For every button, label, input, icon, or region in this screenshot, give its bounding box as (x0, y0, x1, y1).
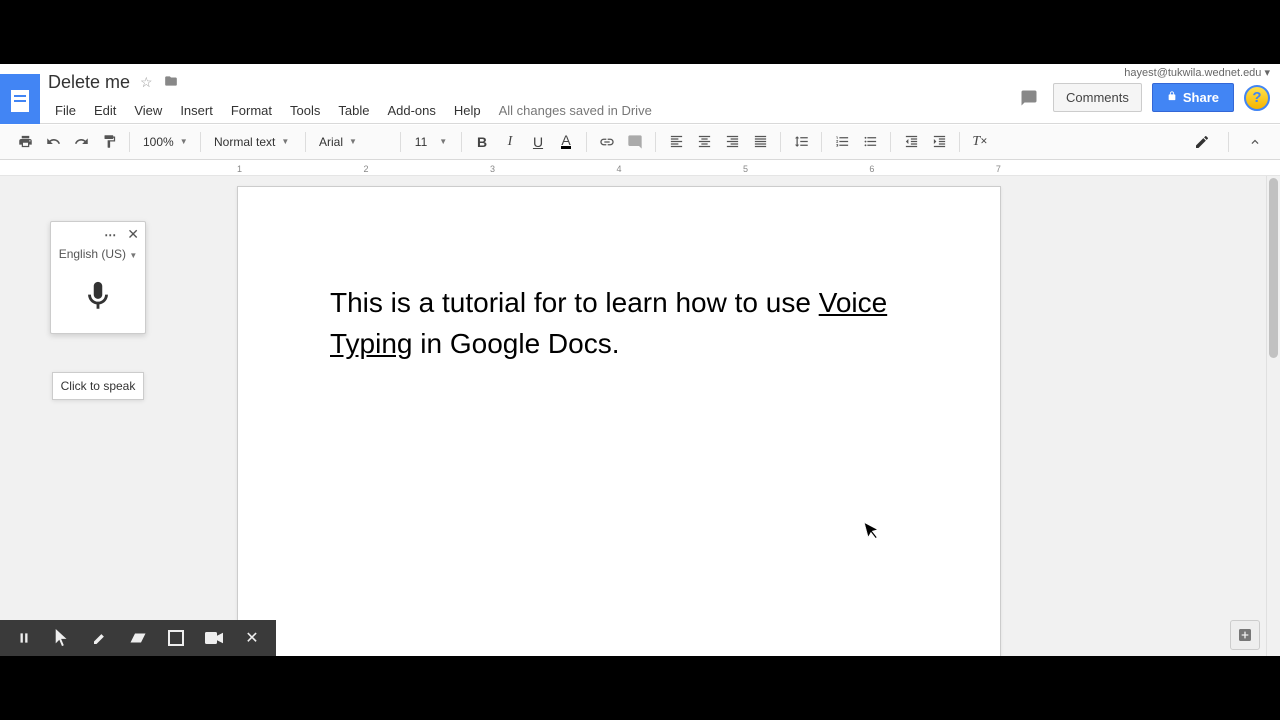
decrease-indent-icon[interactable] (898, 129, 924, 155)
menu-edit[interactable]: Edit (87, 99, 123, 122)
toolbar: 100%▼ Normal text▼ Arial▼ 11▼ B I U A T✕ (0, 124, 1280, 160)
user-email[interactable]: hayest@tukwila.wednet.edu ▾ (1124, 66, 1270, 79)
explore-button[interactable] (1230, 620, 1260, 650)
align-center-icon[interactable] (691, 129, 717, 155)
close-recording-icon[interactable]: ✕ (234, 620, 270, 656)
clear-formatting-icon[interactable]: T✕ (967, 129, 993, 155)
numbered-list-icon[interactable] (829, 129, 855, 155)
document-title[interactable]: Delete me (48, 72, 130, 93)
align-left-icon[interactable] (663, 129, 689, 155)
bold-icon[interactable]: B (469, 129, 495, 155)
rectangle-tool-icon[interactable] (158, 620, 194, 656)
align-justify-icon[interactable] (747, 129, 773, 155)
save-status: All changes saved in Drive (492, 99, 659, 122)
highlighter-tool-icon[interactable] (120, 620, 156, 656)
ruler: 1234567 (0, 160, 1280, 176)
italic-icon[interactable]: I (497, 129, 523, 155)
menu-format[interactable]: Format (224, 99, 279, 122)
line-spacing-icon[interactable] (788, 129, 814, 155)
drag-handle-icon[interactable]: ⋯ (104, 228, 117, 242)
insert-comment-icon[interactable] (622, 129, 648, 155)
menu-view[interactable]: View (127, 99, 169, 122)
undo-icon[interactable] (40, 129, 66, 155)
docs-header: Delete me ☆ File Edit View Insert Format… (0, 64, 1280, 124)
folder-icon[interactable] (163, 74, 179, 91)
close-icon[interactable]: ✕ (127, 226, 139, 243)
print-icon[interactable] (12, 129, 38, 155)
app-viewport: Delete me ☆ File Edit View Insert Format… (0, 64, 1280, 656)
menu-insert[interactable]: Insert (173, 99, 220, 122)
share-button[interactable]: Share (1152, 83, 1234, 112)
star-icon[interactable]: ☆ (140, 74, 153, 91)
click-to-speak-tooltip: Click to speak (52, 372, 144, 400)
webcam-icon[interactable] (196, 620, 232, 656)
bulleted-list-icon[interactable] (857, 129, 883, 155)
redo-icon[interactable] (68, 129, 94, 155)
underline-icon[interactable]: U (525, 129, 551, 155)
editing-mode-icon[interactable] (1189, 129, 1215, 155)
pause-icon[interactable] (6, 620, 42, 656)
workspace: This is a tutorial for to learn how to u… (0, 176, 1280, 656)
scrollbar-thumb[interactable] (1269, 178, 1278, 358)
font-select[interactable]: Arial▼ (313, 129, 393, 155)
document-text: This is a tutorial for to learn how to u… (330, 283, 908, 364)
microphone-button[interactable] (51, 269, 145, 333)
voice-typing-panel[interactable]: ⋯ ✕ English (US) ▼ Click to speak (50, 221, 146, 334)
align-right-icon[interactable] (719, 129, 745, 155)
paint-format-icon[interactable] (96, 129, 122, 155)
language-select[interactable]: English (US) ▼ (51, 243, 145, 269)
comments-button[interactable]: Comments (1053, 83, 1142, 112)
text-color-icon[interactable]: A (553, 129, 579, 155)
styles-select[interactable]: Normal text▼ (208, 129, 298, 155)
document-page[interactable]: This is a tutorial for to learn how to u… (237, 186, 1001, 656)
docs-app-icon[interactable] (0, 74, 40, 128)
menu-file[interactable]: File (48, 99, 83, 122)
lock-icon (1167, 90, 1177, 105)
menu-tools[interactable]: Tools (283, 99, 327, 122)
font-size-select[interactable]: 11▼ (408, 129, 454, 155)
collapse-toolbar-icon[interactable] (1242, 129, 1268, 155)
insert-link-icon[interactable] (594, 129, 620, 155)
increase-indent-icon[interactable] (926, 129, 952, 155)
menu-table[interactable]: Table (331, 99, 376, 122)
scrollbar[interactable] (1266, 176, 1280, 656)
pen-tool-icon[interactable] (82, 620, 118, 656)
menu-addons[interactable]: Add-ons (380, 99, 442, 122)
chat-icon[interactable] (1015, 84, 1043, 112)
zoom-select[interactable]: 100%▼ (137, 129, 193, 155)
cursor-tool-icon[interactable] (44, 620, 80, 656)
cursor-icon (864, 519, 884, 547)
menu-help[interactable]: Help (447, 99, 488, 122)
help-icon[interactable]: ? (1244, 85, 1270, 111)
recording-toolbar: ✕ (0, 620, 276, 656)
